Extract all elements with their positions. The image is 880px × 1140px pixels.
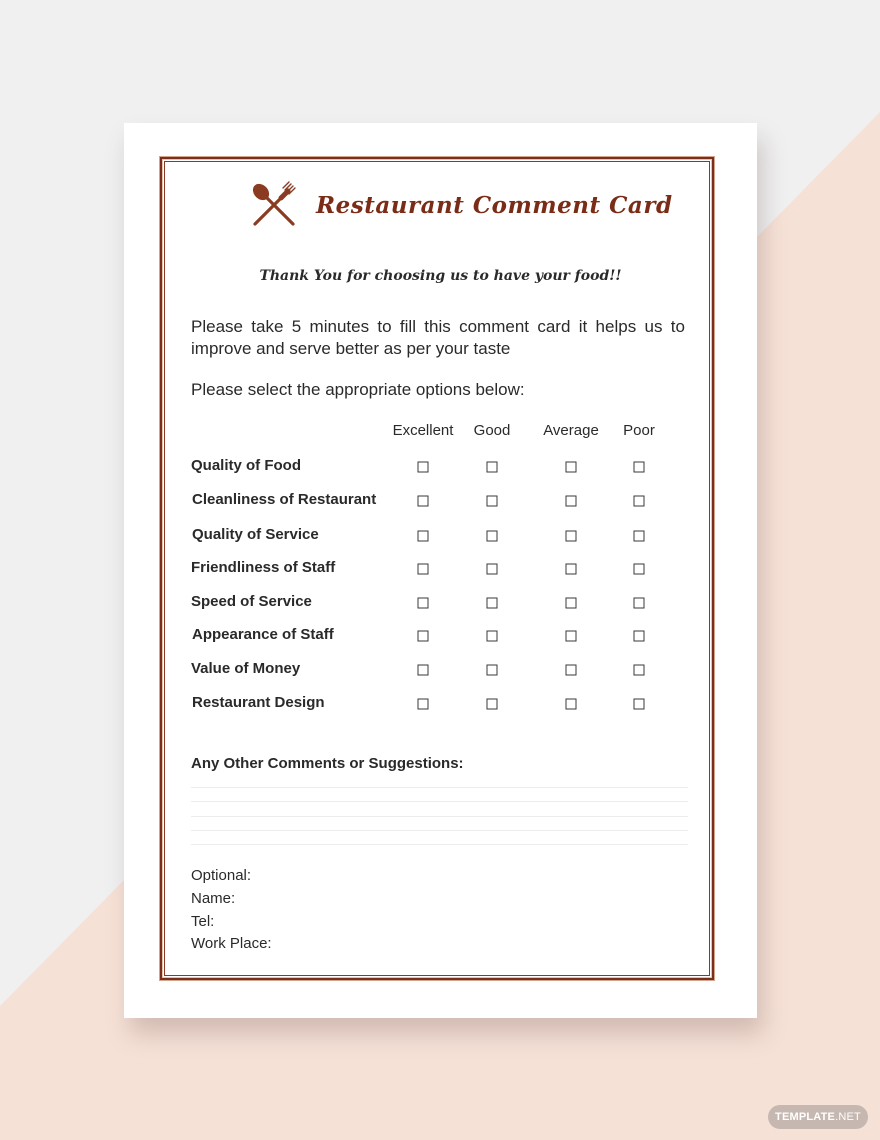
column-header-poor: Poor: [623, 422, 655, 439]
template-net-watermark: TEMPLATE.NET: [768, 1105, 868, 1129]
intro-paragraph: Please take 5 minutes to fill this comme…: [191, 316, 685, 360]
work-place-field-label: Work Place:: [191, 935, 272, 952]
intro-line-2: improve and serve better as per your tas…: [191, 339, 511, 358]
column-header-excellent: Excellent: [392, 422, 454, 439]
checkbox-average[interactable]: [565, 630, 577, 642]
checkbox-poor[interactable]: [633, 597, 645, 609]
cutlery-icon: [250, 181, 298, 229]
checkbox-good[interactable]: [486, 530, 498, 542]
checkbox-average[interactable]: [565, 664, 577, 676]
checkbox-excellent[interactable]: [417, 630, 429, 642]
select-prompt: Please select the appropriate options be…: [191, 380, 525, 399]
rating-row-label: Restaurant Design: [192, 694, 325, 711]
card-header: Restaurant Comment Card: [250, 180, 673, 230]
checkbox-poor[interactable]: [633, 530, 645, 542]
checkbox-average[interactable]: [565, 698, 577, 710]
intro-line-1: Please take 5 minutes to fill this comme…: [191, 317, 685, 336]
checkbox-good[interactable]: [486, 630, 498, 642]
checkbox-excellent[interactable]: [417, 461, 429, 473]
comment-line[interactable]: [191, 787, 688, 788]
checkbox-average[interactable]: [565, 597, 577, 609]
checkbox-excellent[interactable]: [417, 530, 429, 542]
checkbox-poor[interactable]: [633, 495, 645, 507]
comments-label: Any Other Comments or Suggestions:: [191, 755, 464, 772]
checkbox-good[interactable]: [486, 461, 498, 473]
watermark-suffix: .NET: [835, 1111, 861, 1123]
comment-line[interactable]: [191, 830, 688, 831]
checkbox-average[interactable]: [565, 530, 577, 542]
card-title: Restaurant Comment Card: [316, 191, 673, 219]
checkbox-good[interactable]: [486, 495, 498, 507]
checkbox-poor[interactable]: [633, 664, 645, 676]
rating-row-label: Quality of Service: [192, 526, 319, 543]
column-header-good: Good: [473, 422, 511, 439]
comment-line[interactable]: [191, 801, 688, 802]
checkbox-poor[interactable]: [633, 461, 645, 473]
checkbox-excellent[interactable]: [417, 597, 429, 609]
checkbox-excellent[interactable]: [417, 563, 429, 575]
checkbox-good[interactable]: [486, 664, 498, 676]
rating-row-label: Friendliness of Staff: [191, 559, 336, 576]
rating-row-label: Quality of Food: [191, 457, 301, 474]
comment-line[interactable]: [191, 816, 688, 817]
column-header-average: Average: [543, 422, 599, 439]
rating-row-label: Speed of Service: [191, 593, 312, 610]
rating-row-label: Value of Money: [191, 660, 301, 677]
rating-row-label: Appearance of Staff: [192, 626, 334, 643]
checkbox-poor[interactable]: [633, 630, 645, 642]
comment-card-paper: Restaurant Comment Card Thank You for ch…: [124, 123, 757, 1018]
checkbox-good[interactable]: [486, 597, 498, 609]
rating-row-label: Cleanliness of Restaurant: [192, 491, 377, 508]
thank-you-message: Thank You for choosing us to have your f…: [259, 268, 622, 284]
tel-field-label: Tel:: [191, 913, 215, 930]
checkbox-average[interactable]: [565, 461, 577, 473]
checkbox-good[interactable]: [486, 698, 498, 710]
checkbox-excellent[interactable]: [417, 664, 429, 676]
checkbox-excellent[interactable]: [417, 698, 429, 710]
optional-heading: Optional:: [191, 867, 252, 884]
name-field-label: Name:: [191, 890, 236, 907]
checkbox-good[interactable]: [486, 563, 498, 575]
checkbox-poor[interactable]: [633, 698, 645, 710]
checkbox-average[interactable]: [565, 495, 577, 507]
checkbox-excellent[interactable]: [417, 495, 429, 507]
checkbox-poor[interactable]: [633, 563, 645, 575]
checkbox-average[interactable]: [565, 563, 577, 575]
comment-line[interactable]: [191, 844, 688, 845]
watermark-brand: TEMPLATE: [775, 1111, 836, 1123]
